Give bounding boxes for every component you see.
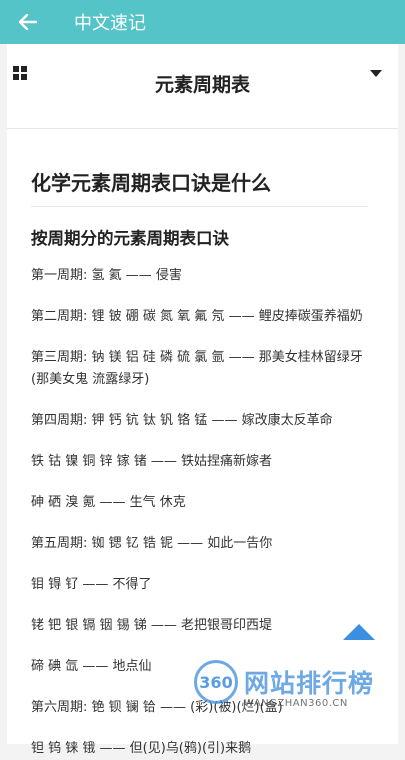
mnemonic-line: 钼 锝 钌 —— 不得了 [31,577,152,592]
back-arrow-icon [19,14,37,30]
topic-title: 元素周期表 [154,74,250,96]
mnemonic-line: 第五周期: 铷 锶 钇 锆 铌 —— 如此一告你 [31,536,273,551]
app-title: 中文速记 [74,13,146,34]
mnemonic-line: 铑 钯 银 镉 铟 锡 锑 —— 老把银哥印西堤 [31,618,273,633]
article-content: 化学元素周期表口诀是什么 按周期分的元素周期表口诀 第一周期: 氢 氦 —— 侵… [7,167,398,760]
app-bar: 中文速记 [0,0,405,44]
mnemonic-line: 砷 硒 溴 氪 —— 生气 休克 [31,495,186,510]
mnemonic-line: 铁 钴 镍 铜 锌 镓 锗 —— 铁姑捏痛新嫁者 [31,454,273,469]
dropdown-arrow-icon[interactable] [370,70,382,77]
scroll-to-top-icon[interactable] [343,624,375,640]
mnemonic-line: 第三周期: 钠 镁 铝 硅 磷 硫 氯 氩 —— 那美女桂林留绿牙(那美女鬼 流… [31,350,363,387]
mnemonic-line: 第二周期: 锂 铍 硼 碳 氮 氧 氟 氖 —— 鲤皮捧碳蛋养福奶 [31,309,363,324]
section-title: 按周期分的元素周期表口诀 [31,229,229,248]
mnemonic-line: 第六周期: 铯 钡 镧 铪 —— (彩)(被)(烂)(盒) [31,700,283,715]
mnemonic-line: 钽 钨 铼 锇 —— 但(见)乌(鸦)(引)来鹅 [31,741,252,756]
back-button[interactable] [0,0,56,44]
mnemonic-line: 第一周期: 氢 氦 —— 侵害 [31,268,182,283]
topic-header: 元素周期表 [7,44,398,129]
article-card: 元素周期表 化学元素周期表口诀是什么 按周期分的元素周期表口诀 第一周期: 氢 … [7,44,398,756]
mnemonic-line: 第四周期: 钾 钙 钪 钛 钒 铬 锰 —— 嫁改康太反革命 [31,413,333,428]
mnemonic-line: 碲 碘 氙 —— 地点仙 [31,659,152,674]
article-title: 化学元素周期表口诀是什么 [31,167,368,207]
